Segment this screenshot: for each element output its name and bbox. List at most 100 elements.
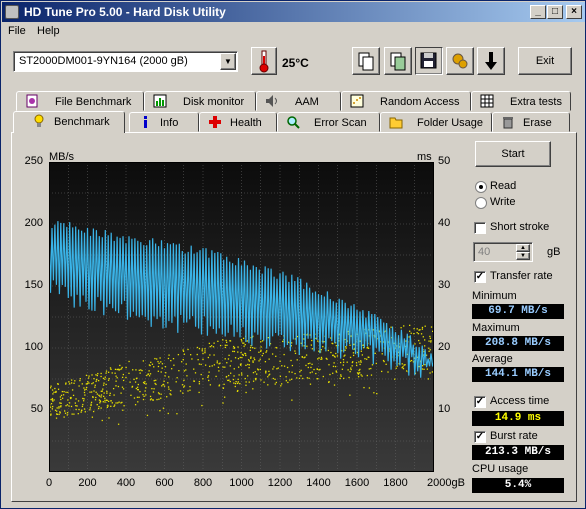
transfer-rate-checkbox[interactable]: ✓ (474, 271, 486, 283)
options-button[interactable] (446, 47, 474, 75)
tab-folder-usage[interactable]: Folder Usage (380, 112, 492, 132)
access-time-point (309, 372, 311, 374)
start-button[interactable]: Start (475, 141, 551, 167)
access-time-point (160, 393, 162, 395)
short-stroke-checkbox[interactable] (474, 222, 486, 234)
access-time-point (370, 367, 372, 370)
access-time-point (138, 396, 140, 398)
access-time-point (233, 382, 235, 384)
copy-info-button[interactable] (352, 47, 380, 75)
access-time-point (226, 344, 228, 347)
access-time-point (194, 372, 197, 374)
access-time-point (235, 381, 237, 383)
info-icon (144, 116, 147, 128)
tab-health[interactable]: Health (199, 112, 277, 132)
menu-help[interactable]: Help (37, 25, 60, 37)
access-time-point (301, 356, 304, 358)
tab-extra-tests[interactable]: Extra tests (471, 91, 571, 111)
access-time-point (187, 390, 189, 392)
transfer-rate-label: Transfer rate (490, 270, 553, 282)
app-window: HD Tune Pro 5.00 - Hard Disk Utility _ □… (0, 0, 586, 509)
drive-select[interactable]: ST2000DM001-9YN164 (2000 gB) ▼ (13, 51, 238, 72)
access-time-point (234, 385, 236, 388)
access-time-point (108, 417, 110, 419)
access-time-point (257, 369, 259, 371)
minimize-button[interactable]: _ (530, 5, 546, 19)
access-time-point (349, 370, 351, 373)
tab-random-access[interactable]: Random Access (341, 91, 471, 111)
access-time-point (401, 363, 403, 365)
stepper-up-icon[interactable]: ▲ (516, 244, 530, 252)
cpu-usage-value: 5.4% (472, 478, 564, 493)
access-time-point (95, 374, 97, 376)
access-time-point (146, 414, 149, 417)
access-time-point (85, 374, 88, 377)
copy-screenshot-button[interactable] (384, 47, 412, 75)
access-time-point (190, 354, 192, 356)
access-time-point (303, 338, 305, 340)
access-time-point (340, 375, 342, 377)
write-radio[interactable] (475, 197, 487, 209)
tab-aam[interactable]: AAM (256, 91, 341, 111)
tab-benchmark[interactable]: Benchmark (13, 111, 125, 133)
access-time-point (275, 381, 278, 384)
access-time-point (260, 341, 262, 343)
left-tick-label: 150 (24, 279, 43, 291)
chevron-down-icon[interactable]: ▼ (220, 53, 236, 70)
access-time-point (167, 412, 169, 415)
access-time-point (66, 412, 69, 414)
access-time-point (218, 370, 220, 372)
maximize-button[interactable]: □ (547, 5, 563, 19)
short-stroke-input[interactable]: 40 ▲ ▼ (473, 242, 533, 262)
access-time-point (208, 379, 210, 382)
exit-button[interactable]: Exit (518, 47, 572, 75)
access-time-point (283, 365, 286, 367)
access-time-point (305, 364, 307, 367)
access-time-point (302, 377, 304, 380)
burst-rate-checkbox[interactable]: ✓ (474, 431, 486, 443)
read-radio[interactable] (475, 181, 487, 193)
access-time-point (103, 382, 105, 384)
access-time-point (109, 367, 112, 369)
access-time-point (237, 381, 239, 383)
access-time-point (148, 375, 151, 377)
access-time-point (266, 350, 268, 352)
access-time-point (428, 350, 430, 352)
x-tick-label: 800 (193, 477, 213, 489)
access-time-point (320, 356, 323, 359)
access-time-point (63, 416, 65, 418)
access-time-point (121, 401, 123, 404)
menu-file[interactable]: File (8, 25, 26, 37)
tab-file-benchmark[interactable]: File Benchmark (16, 91, 144, 111)
stepper-down-icon[interactable]: ▼ (516, 252, 530, 260)
access-time-point (208, 371, 210, 373)
minimum-label: Minimum (472, 290, 517, 302)
access-time-point (133, 378, 135, 381)
floppy-icon (420, 52, 437, 69)
download-button[interactable] (477, 47, 505, 75)
access-time-point (430, 341, 432, 343)
access-time-point (161, 385, 163, 387)
access-time-point (260, 349, 262, 351)
tab-error-scan[interactable]: Error Scan (277, 112, 380, 132)
access-time-point (272, 377, 274, 380)
tab-info[interactable]: Info (129, 112, 199, 132)
tab-erase[interactable]: Erase (492, 112, 570, 132)
access-time-point (311, 348, 314, 350)
access-time-point (332, 365, 335, 368)
access-time-point (300, 375, 302, 377)
close-button[interactable]: × (566, 5, 582, 19)
access-time-point (232, 378, 235, 381)
access-time-point (49, 387, 52, 389)
access-time-point (429, 372, 431, 374)
access-time-checkbox[interactable]: ✓ (474, 396, 486, 408)
tab-disk-monitor[interactable]: Disk monitor (144, 91, 256, 111)
access-time-point (260, 379, 262, 381)
access-time-point (198, 380, 201, 383)
access-time-point (237, 389, 239, 392)
access-time-point (137, 401, 139, 403)
save-button[interactable] (415, 47, 443, 75)
access-time-point (427, 378, 430, 380)
access-time-point (160, 371, 162, 373)
access-time-point (53, 399, 55, 401)
